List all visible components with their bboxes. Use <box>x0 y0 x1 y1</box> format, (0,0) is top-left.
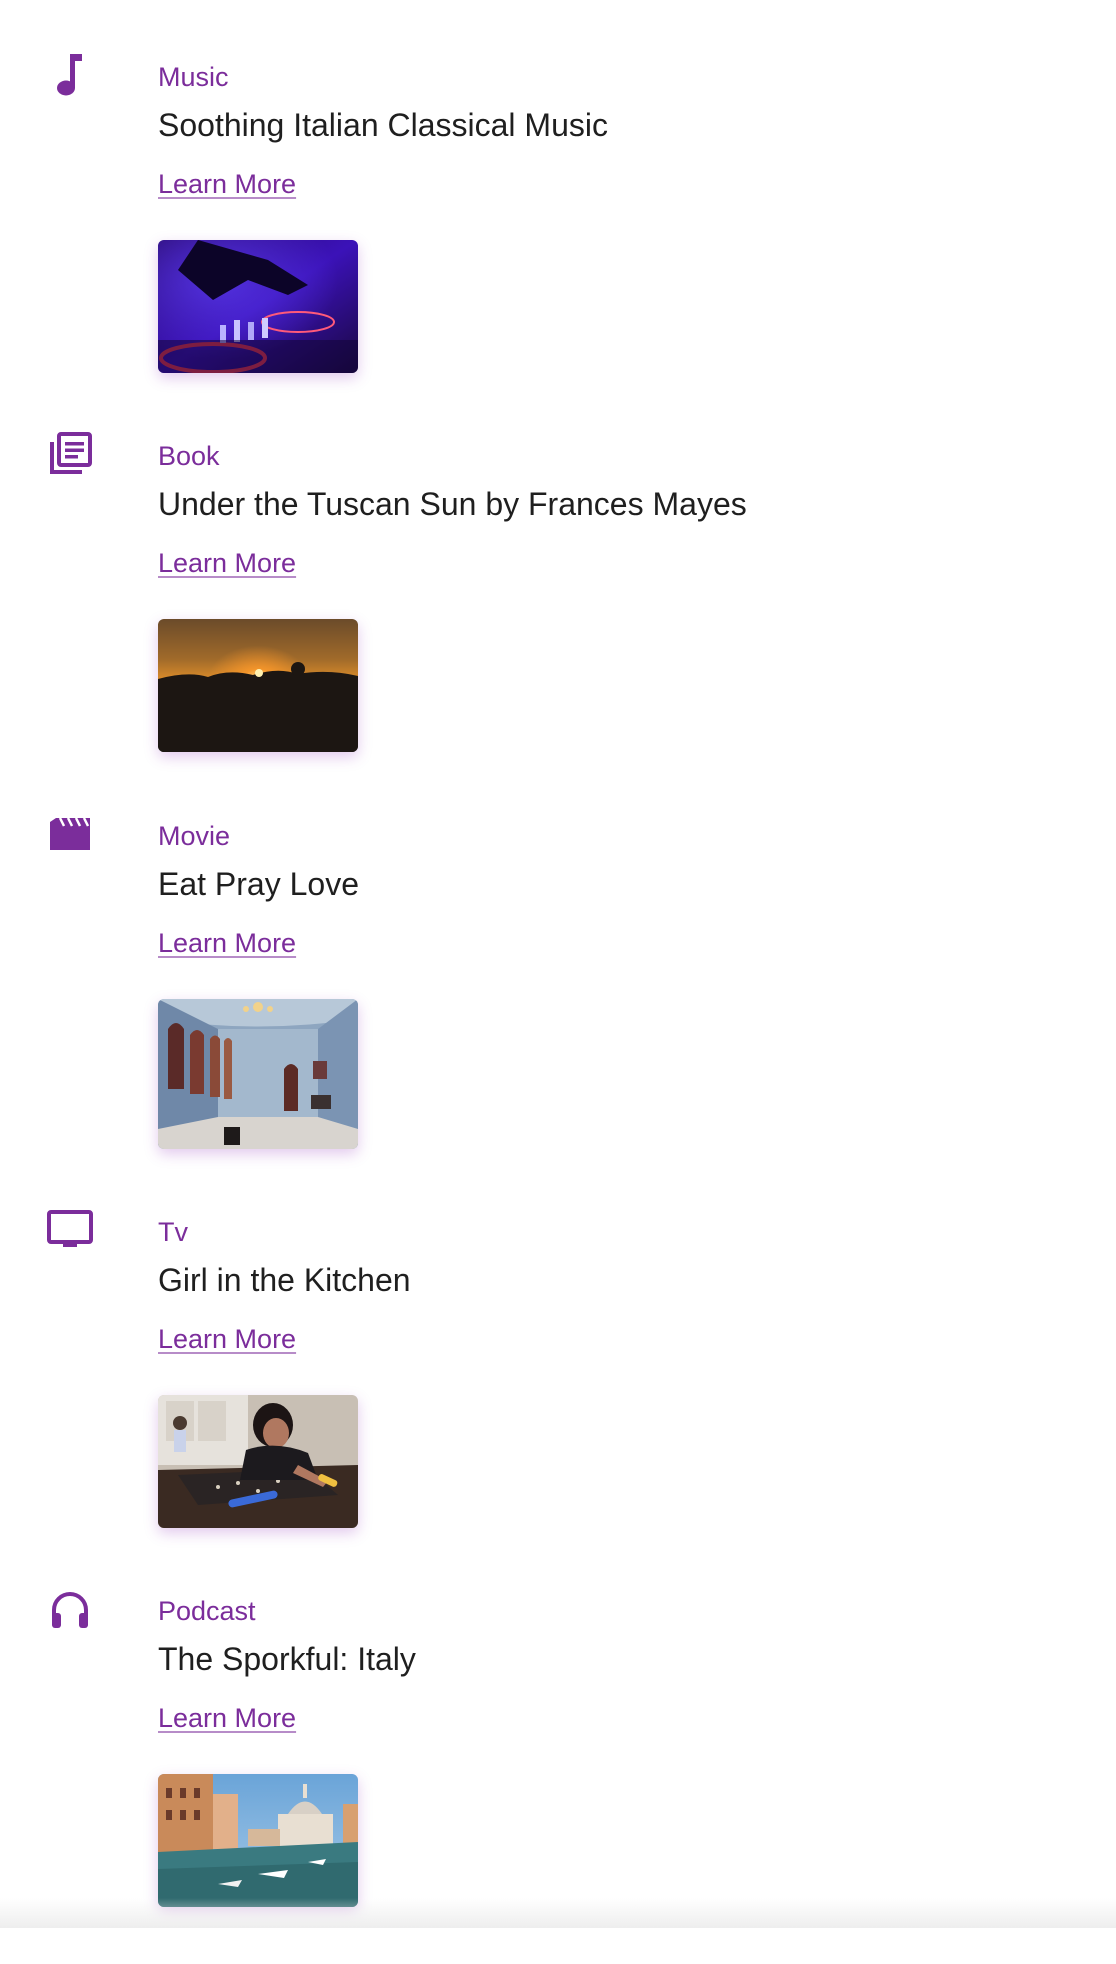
learn-more-link[interactable]: Learn More <box>158 1322 296 1356</box>
item-title: The Sporkful: Italy <box>158 1641 416 1677</box>
item-thumbnail-girl-at-table[interactable] <box>158 1395 358 1528</box>
item-category: Book <box>158 441 220 471</box>
item-category: Music <box>158 62 229 92</box>
feed-item-book: Book Under the Tuscan Sun by Frances May… <box>0 429 1116 809</box>
item-thumbnail-sunset-field[interactable] <box>158 619 358 752</box>
library-books-icon <box>45 429 95 479</box>
item-category: Movie <box>158 821 231 851</box>
feed-item-music: Music Soothing Italian Classical Music L… <box>0 50 1116 430</box>
item-category: Podcast <box>158 1596 256 1626</box>
learn-more-link[interactable]: Learn More <box>158 546 296 580</box>
recommendation-feed: Music Soothing Italian Classical Music L… <box>0 0 1116 1928</box>
learn-more-link[interactable]: Learn More <box>158 1701 296 1735</box>
item-title: Under the Tuscan Sun by Frances Mayes <box>158 486 747 522</box>
item-title: Girl in the Kitchen <box>158 1262 411 1298</box>
item-thumbnail-blue-palace-room[interactable] <box>158 999 358 1149</box>
learn-more-link[interactable]: Learn More <box>158 926 296 960</box>
item-category: Tv <box>158 1217 188 1247</box>
item-thumbnail-dj-turntable[interactable] <box>158 240 358 373</box>
item-title: Eat Pray Love <box>158 866 359 902</box>
television-icon <box>45 1205 95 1255</box>
item-thumbnail-venice-canal[interactable] <box>158 1774 358 1907</box>
music-note-icon <box>45 50 95 100</box>
clapperboard-icon <box>45 809 95 859</box>
feed-item-podcast: Podcast The Sporkful: Italy Learn More <box>0 1584 1116 1964</box>
feed-item-tv: Tv Girl in the Kitchen Learn More <box>0 1205 1116 1585</box>
item-title: Soothing Italian Classical Music <box>158 107 608 143</box>
learn-more-link[interactable]: Learn More <box>158 167 296 201</box>
feed-item-movie: Movie Eat Pray Love Learn More <box>0 809 1116 1189</box>
headphones-icon <box>45 1584 95 1634</box>
